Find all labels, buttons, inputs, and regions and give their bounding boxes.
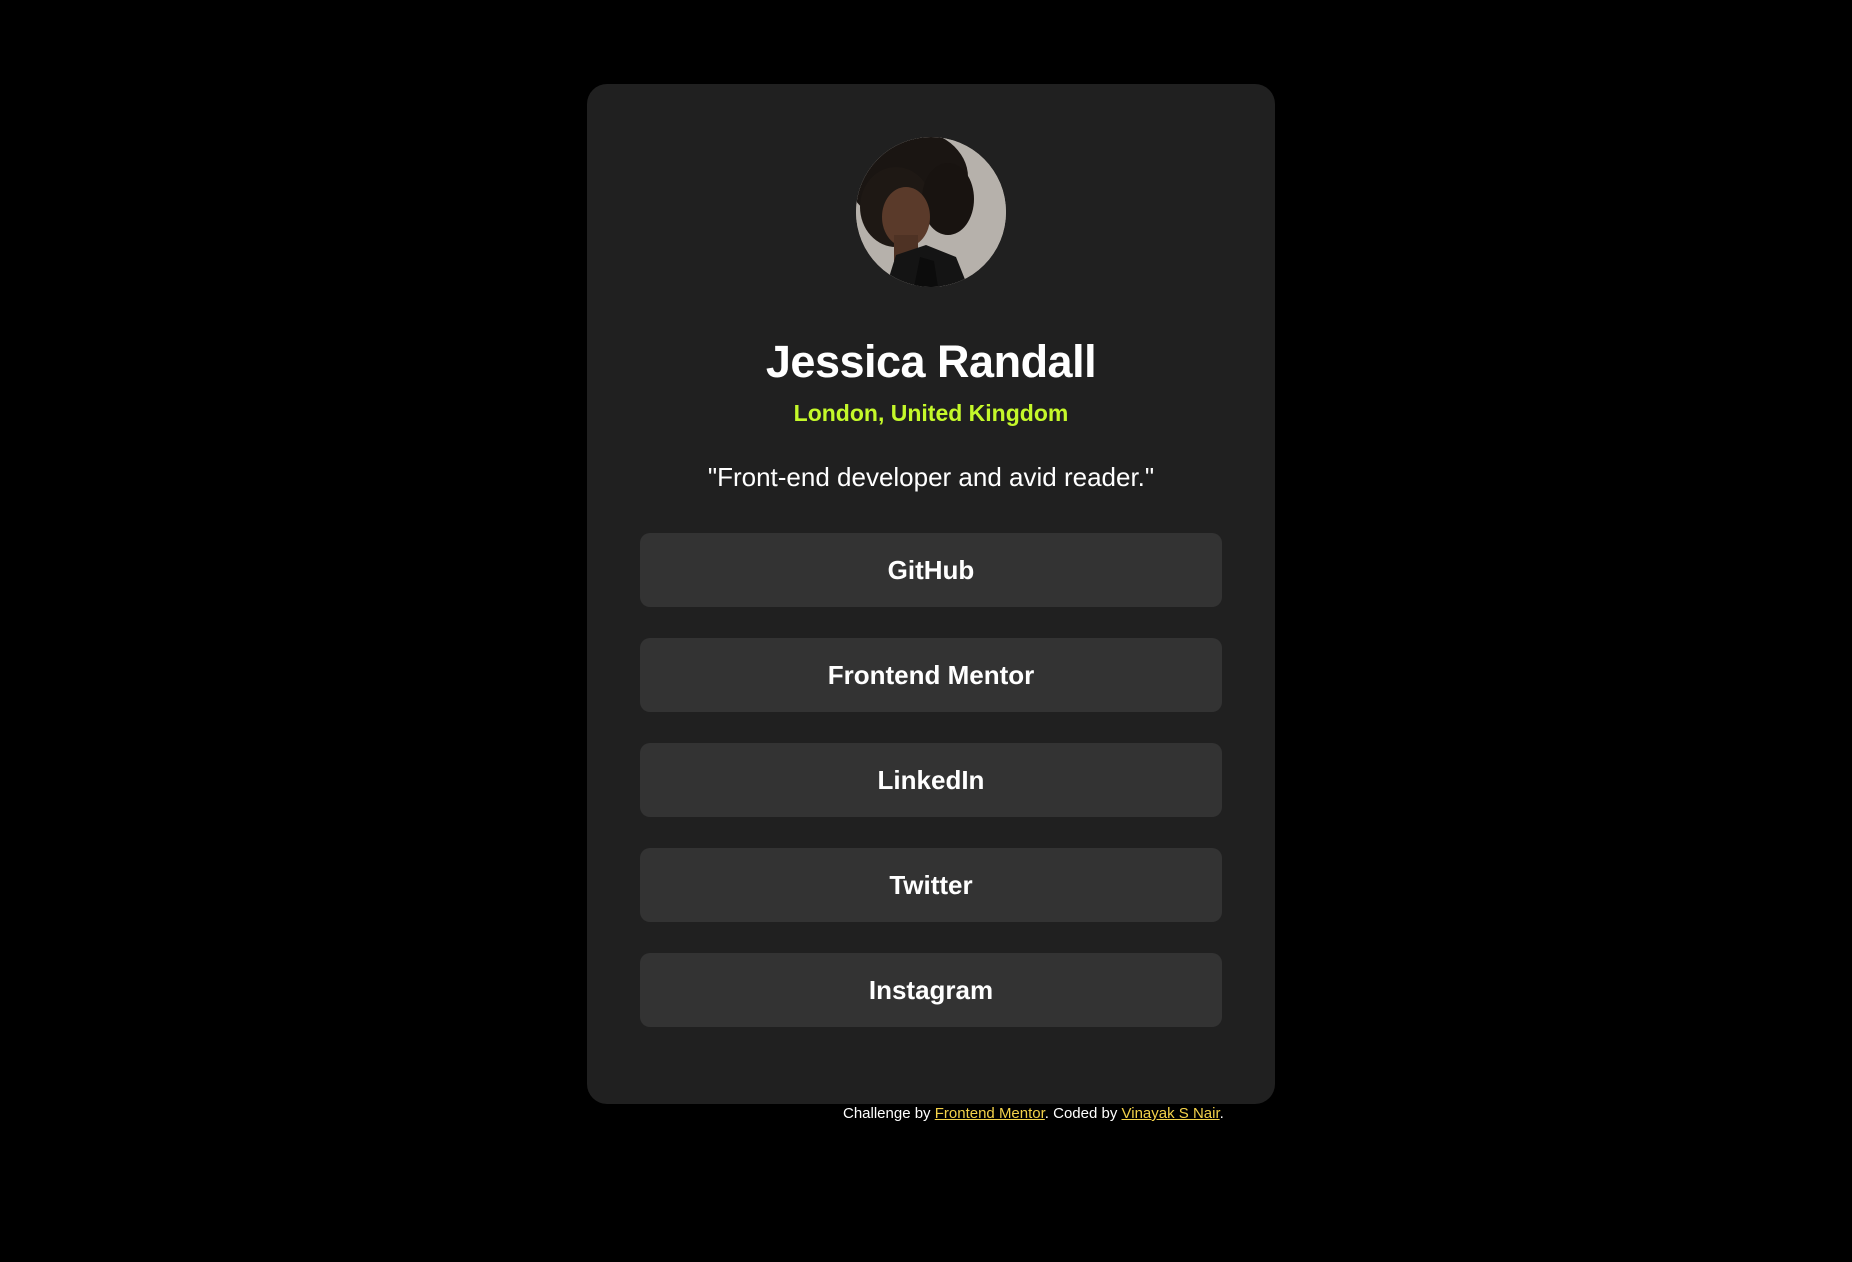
profile-bio: "Front-end developer and avid reader." [707, 462, 1155, 492]
author-footer-link[interactable]: Vinayak S Nair [1122, 1105, 1220, 1122]
footer-middle-text: . Coded by [1044, 1105, 1122, 1122]
footer-prefix-text: Challenge by [843, 1105, 935, 1122]
attribution-footer: Challenge by Frontend Mentor. Coded by V… [843, 1104, 1224, 1124]
linkedin-link-button[interactable]: LinkedIn [640, 743, 1222, 817]
avatar-photo [856, 137, 1006, 287]
footer-suffix-text: . [1219, 1105, 1224, 1122]
frontend-mentor-link-button[interactable]: Frontend Mentor [640, 638, 1222, 712]
avatar [856, 137, 1006, 287]
frontend-mentor-footer-link[interactable]: Frontend Mentor [935, 1105, 1045, 1122]
list-item: LinkedIn [640, 743, 1222, 817]
list-item: Twitter [640, 848, 1222, 922]
list-item: GitHub [640, 533, 1222, 607]
profile-card: Jessica Randall London, United Kingdom "… [587, 84, 1275, 1104]
list-item: Frontend Mentor [640, 638, 1222, 712]
social-links-list: GitHub Frontend Mentor LinkedIn Twitter … [640, 533, 1222, 1027]
profile-name: Jessica Randall [765, 336, 1097, 387]
page: Jessica Randall London, United Kingdom "… [0, 0, 1852, 1262]
instagram-link-button[interactable]: Instagram [640, 953, 1222, 1027]
profile-location: London, United Kingdom [793, 400, 1069, 426]
github-link-button[interactable]: GitHub [640, 533, 1222, 607]
twitter-link-button[interactable]: Twitter [640, 848, 1222, 922]
list-item: Instagram [640, 953, 1222, 1027]
